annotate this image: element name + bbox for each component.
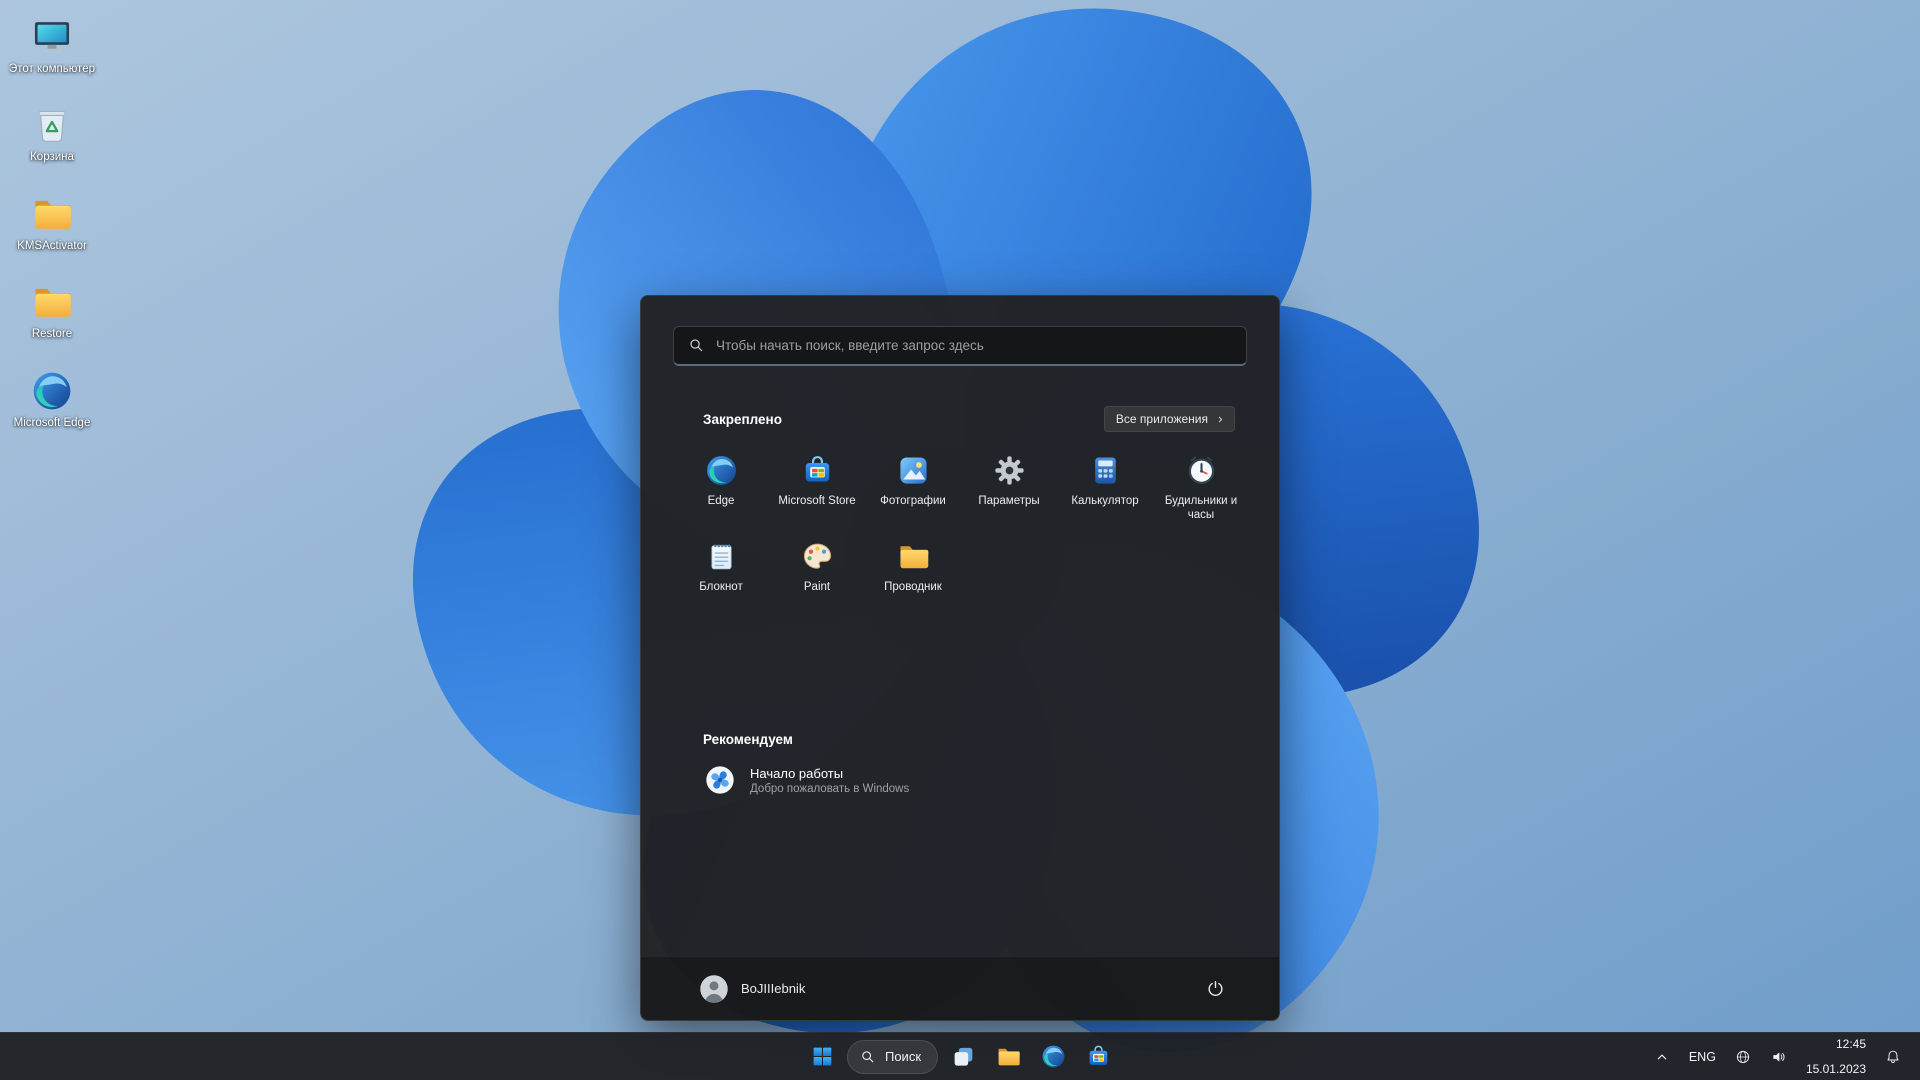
desktop-icon-recycle-bin[interactable]: Корзина bbox=[8, 100, 96, 168]
user-profile-button[interactable]: BoJIIIebnik bbox=[687, 968, 817, 1010]
task-view-icon bbox=[951, 1044, 976, 1069]
language-indicator[interactable]: ENG bbox=[1681, 1038, 1724, 1076]
recommended-section-title: Рекомендуем bbox=[703, 732, 793, 747]
task-view-button[interactable] bbox=[943, 1037, 983, 1077]
app-tile-photos[interactable]: Фотографии bbox=[865, 444, 961, 528]
edge-icon bbox=[31, 370, 73, 412]
get-started-icon bbox=[704, 764, 736, 796]
taskbar-center: Поиск bbox=[802, 1033, 1118, 1080]
language-label: ENG bbox=[1688, 1049, 1716, 1064]
recommended-item-title: Начало работы bbox=[750, 765, 844, 781]
settings-gear-icon bbox=[993, 454, 1026, 487]
store-icon bbox=[1086, 1044, 1111, 1069]
desktop-icon-kmsactivator[interactable]: KMSActivator bbox=[8, 189, 96, 257]
desktop-icon-label: Корзина bbox=[30, 151, 74, 164]
start-search-box[interactable] bbox=[673, 326, 1247, 366]
search-icon bbox=[688, 337, 705, 354]
volume-button[interactable] bbox=[1762, 1038, 1796, 1076]
all-apps-button[interactable]: Все приложения bbox=[1103, 406, 1235, 432]
volume-icon bbox=[1770, 1048, 1788, 1066]
taskbar-search-label: Поиск bbox=[884, 1049, 922, 1064]
alarms-clock-icon bbox=[1185, 454, 1218, 487]
desktop-icon-restore[interactable]: Restore bbox=[8, 277, 96, 345]
windows-logo-icon bbox=[809, 1044, 834, 1069]
app-tile-settings[interactable]: Параметры bbox=[961, 444, 1057, 528]
folder-icon bbox=[31, 281, 73, 323]
desktop-icon-label: KMSActivator bbox=[17, 239, 87, 252]
network-globe-icon bbox=[1734, 1048, 1752, 1066]
pinned-section-title: Закреплено bbox=[703, 411, 782, 427]
taskbar-search-button[interactable]: Поиск bbox=[846, 1039, 939, 1074]
tray-date: 15.01.2023 bbox=[1805, 1061, 1866, 1076]
all-apps-label: Все приложения bbox=[1115, 412, 1208, 426]
desktop-icon-microsoft-edge[interactable]: Microsoft Edge bbox=[8, 366, 96, 434]
chevron-up-icon bbox=[1653, 1048, 1671, 1066]
start-menu-footer: BoJIIIebnik bbox=[641, 956, 1279, 1020]
taskbar-file-explorer-button[interactable] bbox=[988, 1037, 1028, 1077]
app-tile-label: Параметры bbox=[978, 495, 1040, 507]
user-avatar-icon bbox=[699, 974, 729, 1004]
recommended-list: Начало работы Добро пожаловать в Windows bbox=[641, 747, 1279, 806]
app-tile-label: Paint bbox=[803, 581, 831, 593]
photos-icon bbox=[897, 454, 930, 487]
network-button[interactable] bbox=[1726, 1038, 1760, 1076]
app-tile-label: Блокнот bbox=[699, 581, 743, 593]
desktop-icon-label: Этот компьютер bbox=[9, 63, 95, 75]
folder-icon bbox=[897, 540, 930, 573]
taskbar: Поиск ENG 12:45 15.01.2023 bbox=[0, 1032, 1920, 1080]
power-button[interactable] bbox=[1195, 969, 1235, 1009]
recommended-item-subtitle: Добро пожаловать в Windows bbox=[750, 782, 910, 795]
app-tile-label: Проводник bbox=[884, 581, 942, 593]
paint-palette-icon bbox=[801, 540, 834, 573]
start-button[interactable] bbox=[802, 1037, 842, 1077]
tray-time: 12:45 bbox=[1835, 1036, 1866, 1051]
desktop-icon-label: Microsoft Edge bbox=[13, 416, 91, 429]
notifications-button[interactable] bbox=[1876, 1038, 1910, 1076]
power-icon bbox=[1206, 979, 1225, 998]
app-tile-file-explorer[interactable]: Проводник bbox=[865, 530, 961, 614]
hidden-icons-button[interactable] bbox=[1645, 1038, 1679, 1076]
system-tray: ENG 12:45 15.01.2023 bbox=[1645, 1033, 1920, 1080]
edge-icon bbox=[705, 454, 738, 487]
taskbar-store-button[interactable] bbox=[1078, 1037, 1118, 1077]
app-tile-microsoft-store[interactable]: Microsoft Store bbox=[769, 444, 865, 528]
desktop-icon-column: Этот компьютер Корзина KMSActivator Rest… bbox=[8, 12, 96, 434]
start-search-input[interactable] bbox=[716, 338, 1232, 353]
clock-button[interactable]: 12:45 15.01.2023 bbox=[1798, 1036, 1874, 1076]
desktop-icon-label: Restore bbox=[31, 328, 73, 341]
recycle-bin-icon bbox=[31, 104, 73, 146]
app-tile-label: Microsoft Store bbox=[778, 495, 856, 507]
app-tile-alarms-clock[interactable]: Будильники и часы bbox=[1153, 444, 1249, 528]
pinned-apps-grid: Edge Microsoft Store Фотографии Параметр… bbox=[641, 432, 1279, 614]
app-tile-calculator[interactable]: Калькулятор bbox=[1057, 444, 1153, 528]
taskbar-edge-button[interactable] bbox=[1033, 1037, 1073, 1077]
folder-icon bbox=[31, 193, 73, 235]
search-icon bbox=[860, 1049, 876, 1065]
app-tile-paint[interactable]: Paint bbox=[769, 530, 865, 614]
notification-bell-icon bbox=[1884, 1048, 1902, 1066]
folder-icon bbox=[996, 1044, 1021, 1069]
start-menu: Закреплено Все приложения Edge Microsoft… bbox=[640, 295, 1280, 1021]
recommended-item-get-started[interactable]: Начало работы Добро пожаловать в Windows bbox=[673, 754, 993, 806]
app-tile-edge[interactable]: Edge bbox=[673, 444, 769, 528]
app-tile-label: Edge bbox=[707, 495, 735, 507]
app-tile-label: Фотографии bbox=[880, 495, 946, 507]
app-tile-label: Будильники и часы bbox=[1164, 495, 1238, 522]
user-name: BoJIIIebnik bbox=[741, 981, 806, 996]
calculator-icon bbox=[1089, 454, 1122, 487]
store-icon bbox=[801, 454, 834, 487]
edge-icon bbox=[1041, 1044, 1066, 1069]
notepad-icon bbox=[705, 540, 738, 573]
app-tile-notepad[interactable]: Блокнот bbox=[673, 530, 769, 614]
desktop-icon-this-pc[interactable]: Этот компьютер bbox=[8, 12, 96, 80]
chevron-right-icon bbox=[1215, 414, 1226, 425]
this-pc-icon bbox=[31, 16, 73, 58]
app-tile-label: Калькулятор bbox=[1071, 495, 1139, 507]
